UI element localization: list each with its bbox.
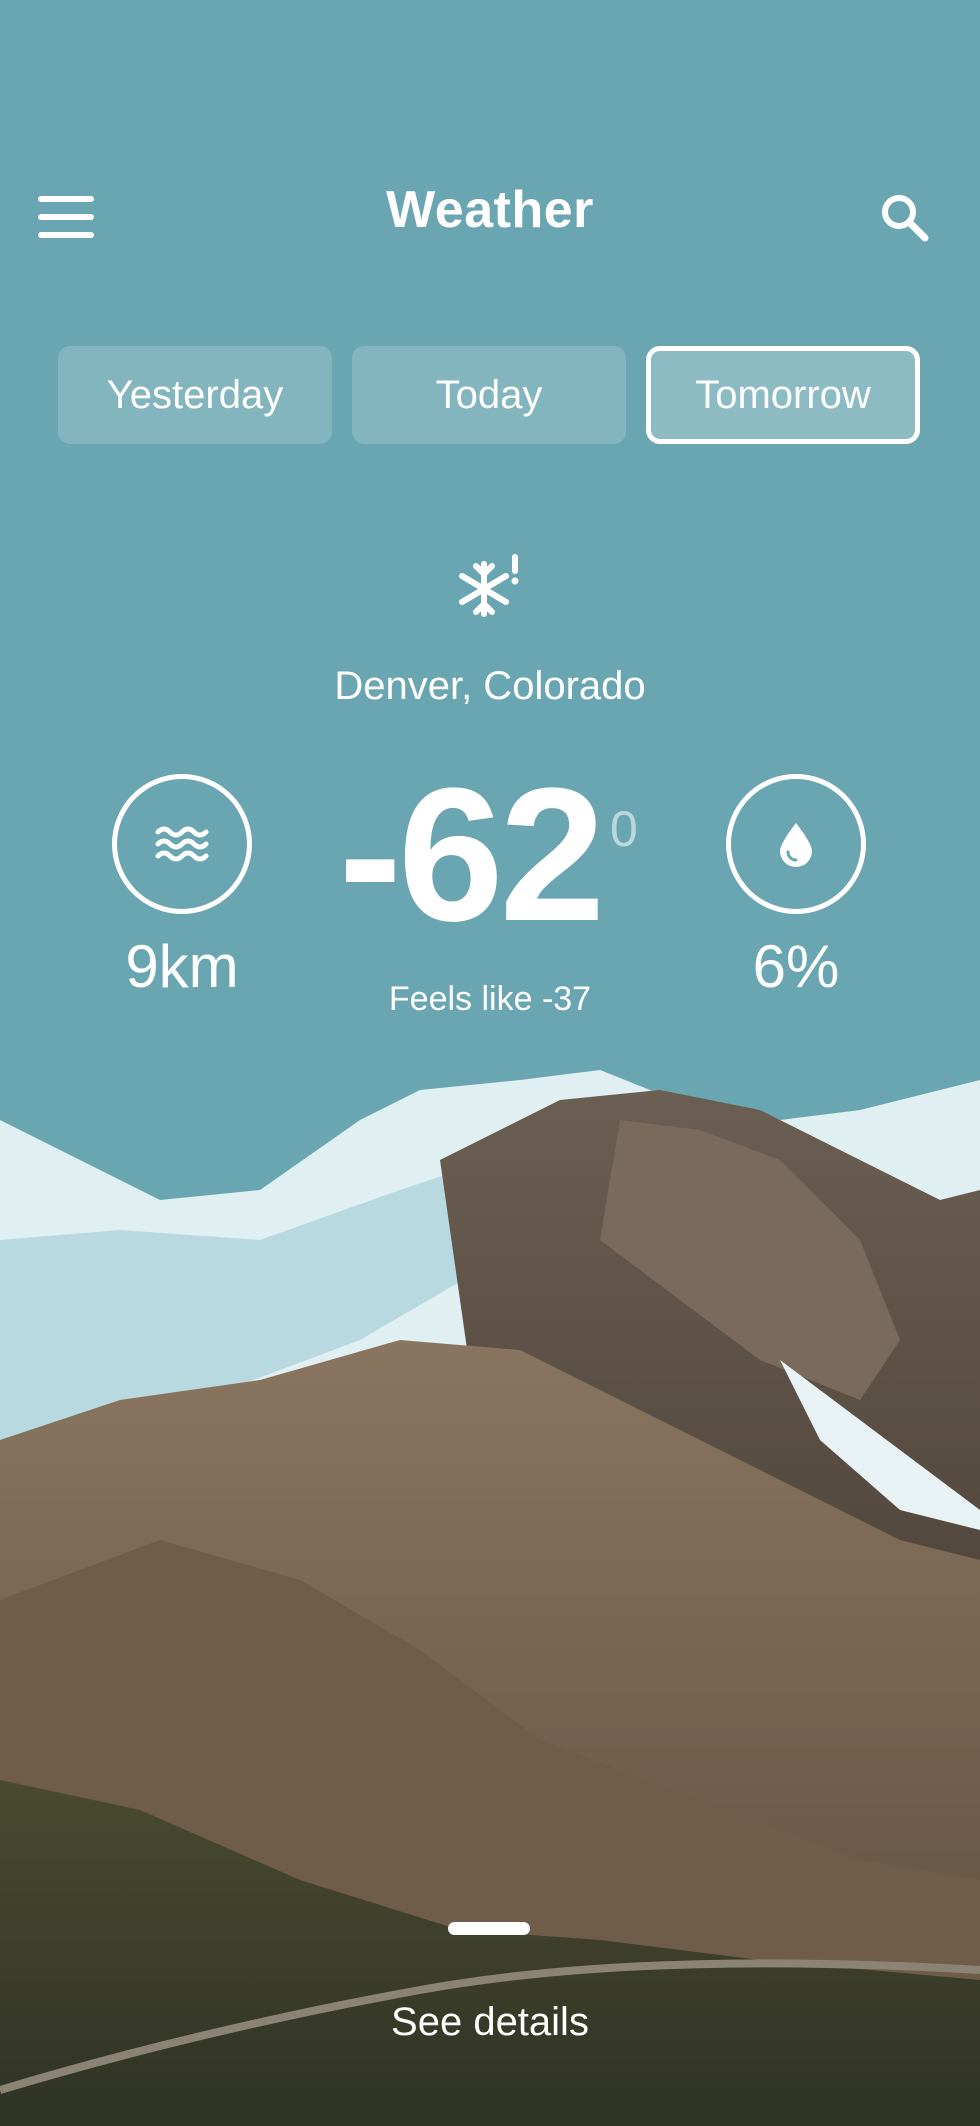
search-icon: [882, 195, 929, 242]
search-button[interactable]: [875, 188, 935, 248]
degree-symbol: 0: [610, 801, 638, 857]
location-name: Denver, Colorado: [334, 664, 646, 708]
visibility-button[interactable]: [112, 774, 252, 914]
tab-yesterday[interactable]: Yesterday: [58, 346, 332, 444]
page-title: Weather: [386, 181, 594, 239]
bottom-sheet-handle[interactable]: [448, 1922, 530, 1935]
humidity-button[interactable]: [726, 774, 866, 914]
weather-screen: Weather Yesterday Today Tomorrow Denver,…: [0, 0, 980, 2126]
temperature-value: -62: [338, 749, 606, 961]
snowflake-warning-icon: [459, 554, 519, 617]
humidity-value: 6%: [752, 933, 840, 1000]
tab-today[interactable]: Today: [352, 346, 626, 444]
tab-tomorrow[interactable]: Tomorrow: [646, 346, 920, 444]
water-drop-icon: [780, 823, 812, 867]
wind-waves-icon: [155, 826, 209, 862]
mountain-landscape-image: [0, 1070, 980, 2126]
see-details-button[interactable]: See details: [0, 2000, 980, 2045]
